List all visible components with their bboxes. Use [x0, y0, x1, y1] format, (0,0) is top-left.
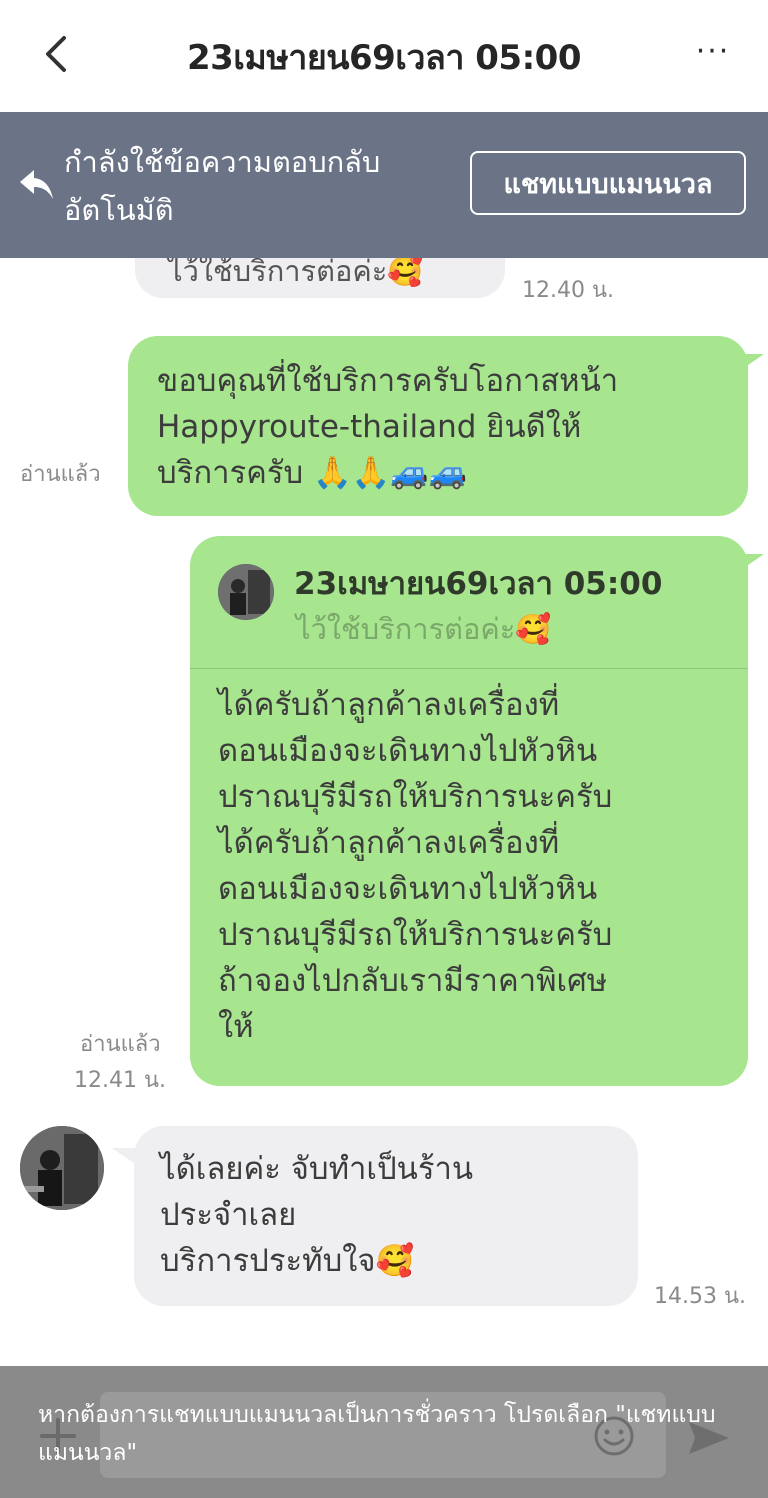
avatar-photo-icon — [218, 564, 274, 620]
message-text: ได้เลยค่ะ จับทำเป็นร้าน ประจำเลย บริการป… — [160, 1151, 474, 1279]
quote-divider — [190, 668, 748, 669]
auto-reply-text-line2: อัตโนมัติ — [64, 193, 174, 227]
more-options-icon[interactable]: ··· — [688, 30, 738, 78]
manual-chat-hint: หากต้องการแชทแบบแมนนวลเป็นการชั่วคราว โป… — [38, 1402, 716, 1466]
read-status: อ่านแล้ว — [80, 1032, 161, 1057]
chat-area[interactable]: ไว้ใช้บริการต่อค่ะ🥰 12.40 น. ขอบคุณที่ใช… — [0, 258, 768, 1366]
manual-chat-button[interactable]: แชทแบบแมนนวล — [470, 151, 746, 215]
reply-icon — [20, 170, 53, 199]
message-time: 12.40 น. — [522, 278, 615, 303]
sender-avatar[interactable] — [20, 1126, 104, 1210]
auto-reply-text-line1: กำลังใช้ข้อความตอบกลับ — [64, 145, 381, 179]
chat-header: 23เมษายน69เวลา 05:00 ··· — [0, 0, 768, 112]
partial-message-text: ไว้ใช้บริการต่อค่ะ🥰 — [168, 258, 424, 288]
message-time: 14.53 น. — [654, 1284, 747, 1309]
message-time: 12.41 น. — [74, 1068, 167, 1093]
avatar-photo-icon — [20, 1126, 104, 1210]
bubble-tail — [738, 354, 764, 372]
auto-reply-text: กำลังใช้ข้อความตอบกลับ อัตโนมัติ — [64, 138, 464, 234]
quoted-user-avatar — [218, 564, 274, 620]
bubble-tail — [112, 1148, 138, 1166]
quoted-message-title: 23เมษายน69เวลา 05:00 — [294, 566, 663, 602]
chat-title: 23เมษายน69เวลา 05:00 — [186, 38, 582, 78]
read-status: อ่านแล้ว — [20, 462, 101, 487]
quoted-message-text: ไว้ใช้บริการต่อค่ะ🥰 — [296, 612, 552, 646]
message-text: ขอบคุณที่ใช้บริการครับโอกาสหน้า Happyrou… — [157, 363, 619, 491]
message-text: ได้ครับถ้าลูกค้าลงเครื่องที่ ดอนเมืองจะเ… — [218, 687, 613, 1045]
bubble-tail — [738, 554, 764, 572]
